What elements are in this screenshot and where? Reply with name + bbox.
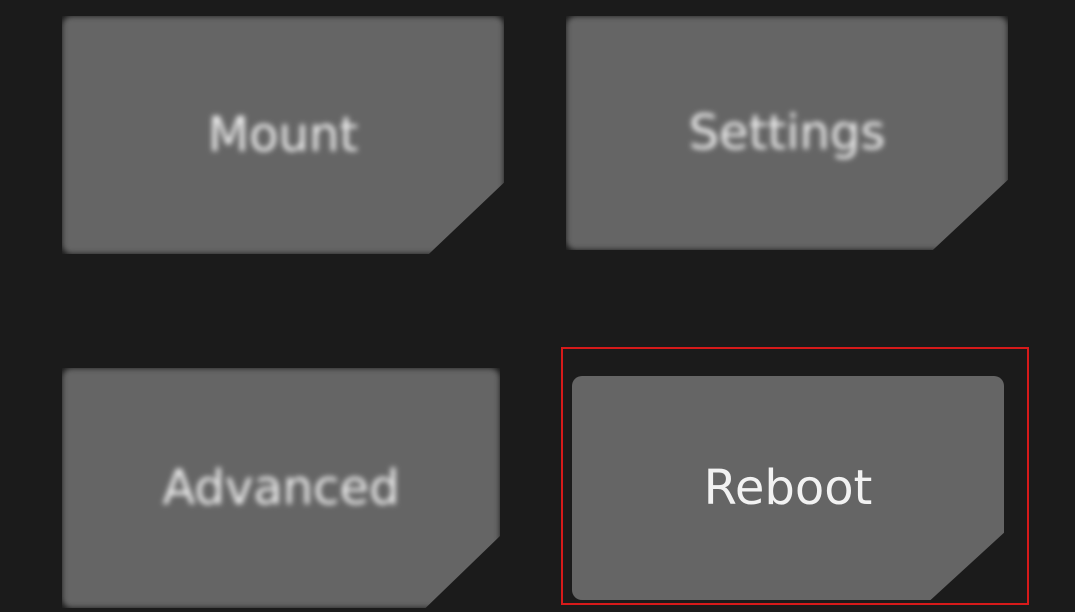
settings-button-label: Settings — [688, 105, 886, 161]
reboot-button[interactable]: Reboot — [572, 376, 1004, 600]
mount-button-label: Mount — [207, 107, 359, 163]
advanced-button-label: Advanced — [162, 460, 400, 516]
reboot-button-label: Reboot — [703, 460, 873, 516]
mount-button[interactable]: Mount — [62, 16, 504, 254]
advanced-button[interactable]: Advanced — [62, 368, 500, 608]
settings-button[interactable]: Settings — [566, 16, 1008, 250]
